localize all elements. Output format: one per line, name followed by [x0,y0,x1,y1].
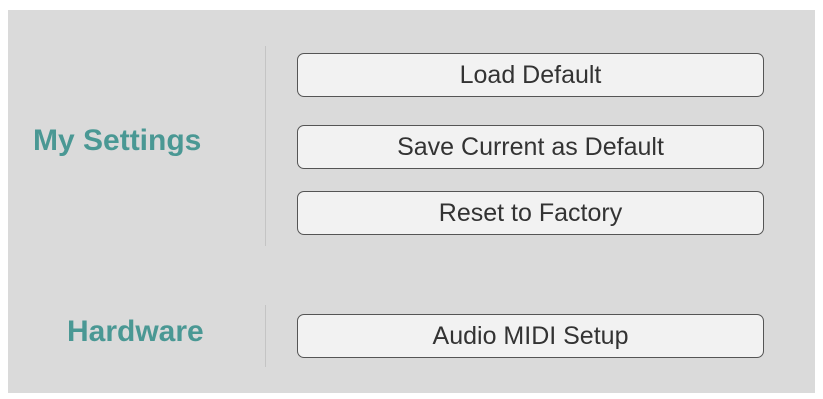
settings-panel: My Settings Load Default Save Current as… [8,10,815,393]
my-settings-divider [265,46,266,246]
hardware-divider [265,305,266,367]
hardware-label: Hardware [67,315,204,348]
reset-to-factory-button[interactable]: Reset to Factory [297,191,764,235]
load-default-button[interactable]: Load Default [297,53,764,97]
audio-midi-setup-button[interactable]: Audio MIDI Setup [297,314,764,358]
my-settings-label: My Settings [33,124,202,157]
save-current-as-default-button[interactable]: Save Current as Default [297,125,764,169]
